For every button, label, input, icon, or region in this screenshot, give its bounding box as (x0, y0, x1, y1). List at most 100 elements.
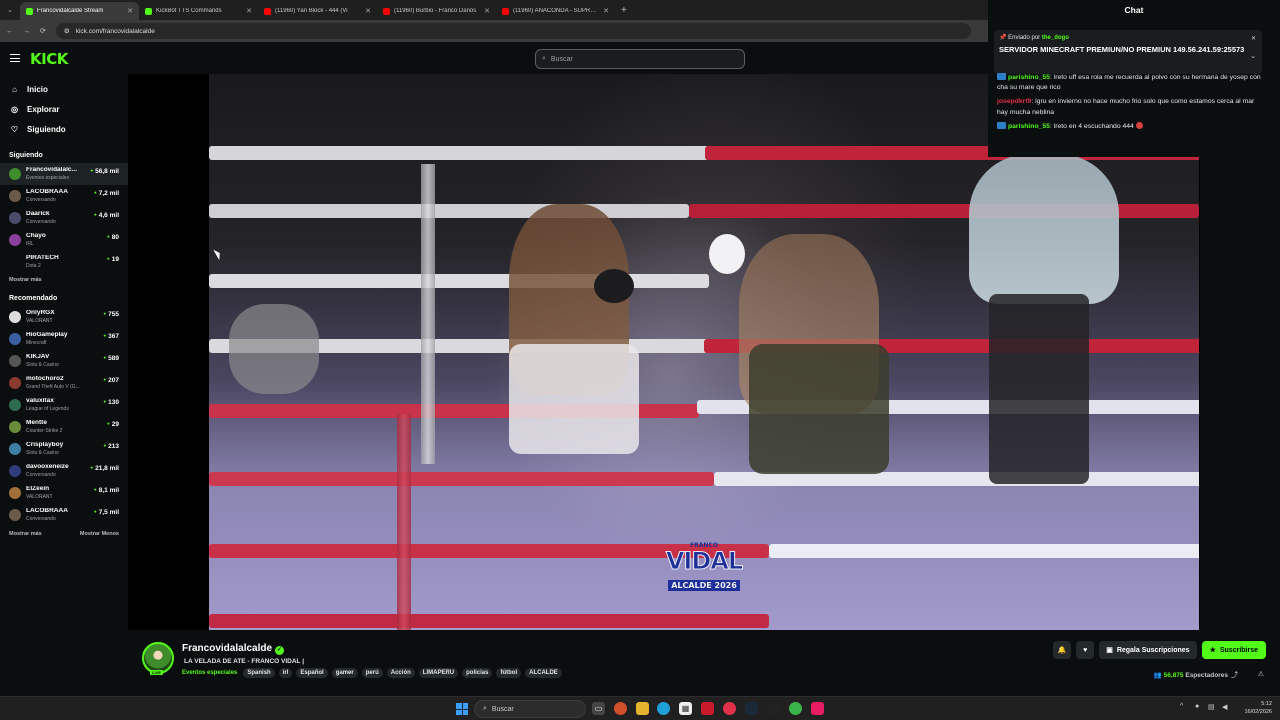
kick-logo[interactable]: KICK (30, 50, 68, 68)
channel-category: IRL (26, 240, 34, 247)
share-icon[interactable]: ⤴ (1231, 670, 1238, 680)
volume-icon[interactable]: ◀ (1222, 703, 1227, 711)
channel-item[interactable]: KIKJAV Slots & Casino 589 (0, 350, 128, 372)
stream-tag[interactable]: Español (296, 668, 328, 678)
tab-search-icon[interactable]: ⌄ (0, 6, 20, 14)
browser-tab[interactable]: (11960) Yan Block - 444 (Vi ✕ (258, 2, 377, 20)
channel-item[interactable]: Daarick Conversando 4,6 mil (0, 207, 128, 229)
chevron-down-icon[interactable]: ⌄ (1250, 52, 1256, 60)
stream-tag[interactable]: Spanish (243, 668, 275, 678)
browser-tab[interactable]: KickBot TTS Commands ✕ (139, 2, 258, 20)
channel-item[interactable]: OnlyRGX VALORANT 755 (0, 306, 128, 328)
stream-category[interactable]: Eventos especiales (182, 670, 237, 676)
channel-item[interactable]: PIRATECH Dota 2 19 (0, 251, 128, 273)
browser-tab[interactable]: (11960) ANACONDA - SUPREM ✕ (496, 2, 615, 20)
task-view-icon[interactable]: ▭ (592, 702, 605, 715)
video-player[interactable]: FRANCO VIDAL ALCALDE 2026 (128, 74, 1200, 630)
store-icon[interactable]: ▦ (679, 702, 692, 715)
close-tab-icon[interactable]: ✕ (603, 7, 609, 15)
channel-item[interactable]: LACOBRAAA Conversando 7,5 mil (0, 504, 128, 526)
avatar (9, 465, 21, 477)
new-tab-button[interactable]: + (615, 5, 627, 16)
report-icon[interactable]: ⚠ (1258, 670, 1264, 678)
video-frame[interactable]: FRANCO VIDAL ALCALDE 2026 (209, 74, 1199, 630)
browser-tab[interactable]: (11960) Burbio - Franco Danós ✕ (377, 2, 496, 20)
channel-item[interactable]: ElZeein VALORANT 8,1 mil (0, 482, 128, 504)
nav-inicio[interactable]: ⌂ Inicio (0, 79, 128, 99)
nav-label: Siguiendo (27, 124, 66, 134)
channel-item[interactable]: motochoro2 Grand Theft Auto V (G... 207 (0, 372, 128, 394)
chrome-icon[interactable] (789, 702, 802, 715)
show-less-recommended[interactable]: Mostrar Menos (80, 531, 119, 537)
app-icon[interactable] (701, 702, 714, 715)
channel-item[interactable]: HioGameplay Minecraft 367 (0, 328, 128, 350)
show-more-recommended[interactable]: Mostrar más (9, 531, 42, 537)
media-icon[interactable] (723, 702, 736, 715)
browser-tab[interactable]: Francovidalcalde Stream ✕ (20, 2, 139, 20)
channel-item[interactable]: Francovidalalc... Eventos especiales 56,… (0, 163, 128, 185)
stream-tag[interactable]: Acción (386, 668, 415, 678)
subscribe-button[interactable]: ★ Suscribirse (1201, 641, 1266, 659)
close-tab-icon[interactable]: ✕ (484, 7, 490, 15)
url-field[interactable]: ⚙ kick.com/francovidalalcalde (55, 23, 971, 39)
stream-tag[interactable]: fútbol (496, 668, 522, 678)
stream-tag[interactable]: ALCALDE (525, 668, 562, 678)
viewer-count: 7,5 mil (94, 509, 119, 516)
channel-name: OnlyRGX (26, 310, 55, 317)
channel-item[interactable]: Chayo IRL 80 (0, 229, 128, 251)
close-tab-icon[interactable]: ✕ (246, 7, 252, 15)
nav-explorar[interactable]: ◎ Explorar (0, 99, 128, 119)
steam-icon[interactable] (745, 702, 758, 715)
tiktok-icon[interactable] (811, 702, 824, 715)
stream-tag[interactable]: gamer (331, 668, 358, 678)
forward-icon[interactable]: → (23, 28, 30, 35)
follow-heart-button[interactable]: ♥ (1076, 641, 1095, 659)
edge-icon[interactable] (657, 702, 670, 715)
mic-icon[interactable]: ● (1195, 703, 1199, 710)
site-info-icon[interactable]: ⚙ (64, 27, 70, 35)
clock[interactable]: 5:12 16/02/2026 (1244, 700, 1272, 717)
file-explorer-icon[interactable] (636, 702, 649, 715)
nav-siguiendo[interactable]: ♡ Siguiendo (0, 119, 128, 139)
stream-tag[interactable]: policias (462, 668, 493, 678)
clock-time: 5:12 (1261, 701, 1272, 707)
stream-tag[interactable]: perú (361, 668, 383, 678)
reload-icon[interactable]: ⟳ (40, 27, 46, 35)
stream-tag[interactable]: irl (278, 668, 293, 678)
search-input[interactable]: ⌕ Buscar (535, 49, 745, 69)
gift-subs-button[interactable]: ▣ Regala Suscripciones (1099, 641, 1197, 659)
back-icon[interactable]: ← (6, 28, 13, 35)
channel-category: Counter-Strike 2 (26, 427, 63, 434)
channel-item[interactable]: Mentte Counter-Strike 2 29 (0, 416, 128, 438)
channel-category: Eventos especiales (26, 174, 70, 181)
channel-item[interactable]: davooxeneize Conversando 21,8 mil (0, 460, 128, 482)
channel-item[interactable]: LACOBRAAA Conversando 7,2 mil (0, 185, 128, 207)
network-icon[interactable]: ▤ (1208, 703, 1215, 711)
menu-icon[interactable] (10, 54, 20, 62)
channel-item[interactable]: valuxitax League of Legends 130 (0, 394, 128, 416)
viewer-count: 367 (103, 333, 119, 340)
brave-icon[interactable] (614, 702, 627, 715)
start-button[interactable] (456, 703, 468, 715)
channel-category: Slots & Casino (26, 361, 59, 368)
watermark-name: VIDAL (665, 547, 743, 575)
right-spacer (1200, 157, 1280, 634)
chat-username[interactable]: josepdkrt9 (997, 98, 1031, 105)
unpin-icon[interactable]: ✕ (1251, 35, 1256, 42)
notification-bell-button[interactable]: 🔔 (1053, 641, 1072, 659)
close-tab-icon[interactable]: ✕ (365, 7, 371, 15)
streamer-name[interactable]: Francovidalalcalde (182, 643, 272, 654)
chevron-up-icon[interactable]: ^ (1180, 703, 1183, 710)
emote-icon (1135, 121, 1143, 129)
channel-item[interactable]: Crisplayboy Slots & Casino 213 (0, 438, 128, 460)
obs-icon[interactable] (767, 702, 780, 715)
taskbar-search[interactable]: ⌕ Buscar (474, 700, 586, 718)
chat-username[interactable]: parishino_55 (1008, 74, 1050, 81)
pinned-message[interactable]: 📌 Enviado por the_dogo SERVIDOR MINECRAF… (994, 30, 1262, 74)
chat-username[interactable]: parishino_55 (1008, 123, 1050, 130)
viewer-count: 19 (107, 256, 119, 263)
stream-tag[interactable]: LIMAPERU (418, 668, 459, 678)
pinned-by-user[interactable]: the_dogo (1042, 35, 1069, 41)
close-tab-icon[interactable]: ✕ (127, 7, 133, 15)
avatar (9, 234, 21, 246)
